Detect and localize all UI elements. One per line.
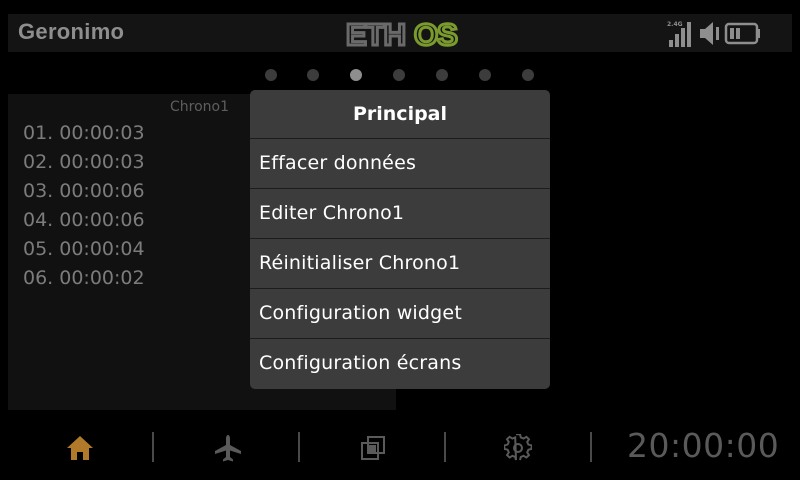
model-name[interactable]: Geronimo [18,19,124,45]
separator [298,432,300,462]
lap-item: 03. 00:00:06 [23,180,145,202]
home-icon[interactable] [62,430,98,466]
ethos-logo: ETH OS [336,16,466,54]
page-indicator [0,69,800,83]
menu-item-reset-timer[interactable]: Réinitialiser Chrono1 [250,239,550,289]
logo-text-os: OS [414,17,457,50]
rf-band-label: 2.4G [667,21,683,28]
status-area: 2.4G [666,17,784,49]
logo-text-eth: ETH [346,17,405,50]
separator [590,432,592,462]
separator [444,432,446,462]
lap-item: 02. 00:00:03 [23,151,145,173]
page-dot[interactable] [522,69,534,81]
battery-icon [724,22,760,45]
page-dot[interactable] [479,69,491,81]
gear-icon[interactable] [500,430,536,466]
lap-item: 01. 00:00:03 [23,122,145,144]
menu-item-clear-data[interactable]: Effacer données [250,139,550,189]
top-bar: Geronimo ETH OS 2.4G [8,14,792,54]
airplane-icon[interactable] [210,430,246,466]
menu-item-screens-config[interactable]: Configuration écrans [250,339,550,389]
session-clock[interactable]: 20:00:00 [627,426,779,465]
page-dot[interactable] [265,69,277,81]
page-dot[interactable] [436,69,448,81]
page-dot[interactable] [307,69,319,81]
page-dot[interactable] [393,69,405,81]
widget-title: Chrono1 [170,99,230,115]
bottom-bar: 20:00:00 [0,418,800,480]
screens-icon[interactable] [355,430,391,466]
lap-item: 05. 00:00:04 [23,238,145,260]
separator [152,432,154,462]
lap-list: 01. 00:00:03 02. 00:00:03 03. 00:00:06 0… [23,119,145,293]
speaker-icon [700,22,719,45]
lap-item: 06. 00:00:02 [23,267,145,289]
context-menu: Principal Effacer données Editer Chrono1… [250,90,550,389]
lap-item: 04. 00:00:06 [23,209,145,231]
menu-item-edit-timer[interactable]: Editer Chrono1 [250,189,550,239]
menu-item-widget-config[interactable]: Configuration widget [250,289,550,339]
menu-title: Principal [250,90,550,139]
page-dot-active[interactable] [350,69,362,81]
